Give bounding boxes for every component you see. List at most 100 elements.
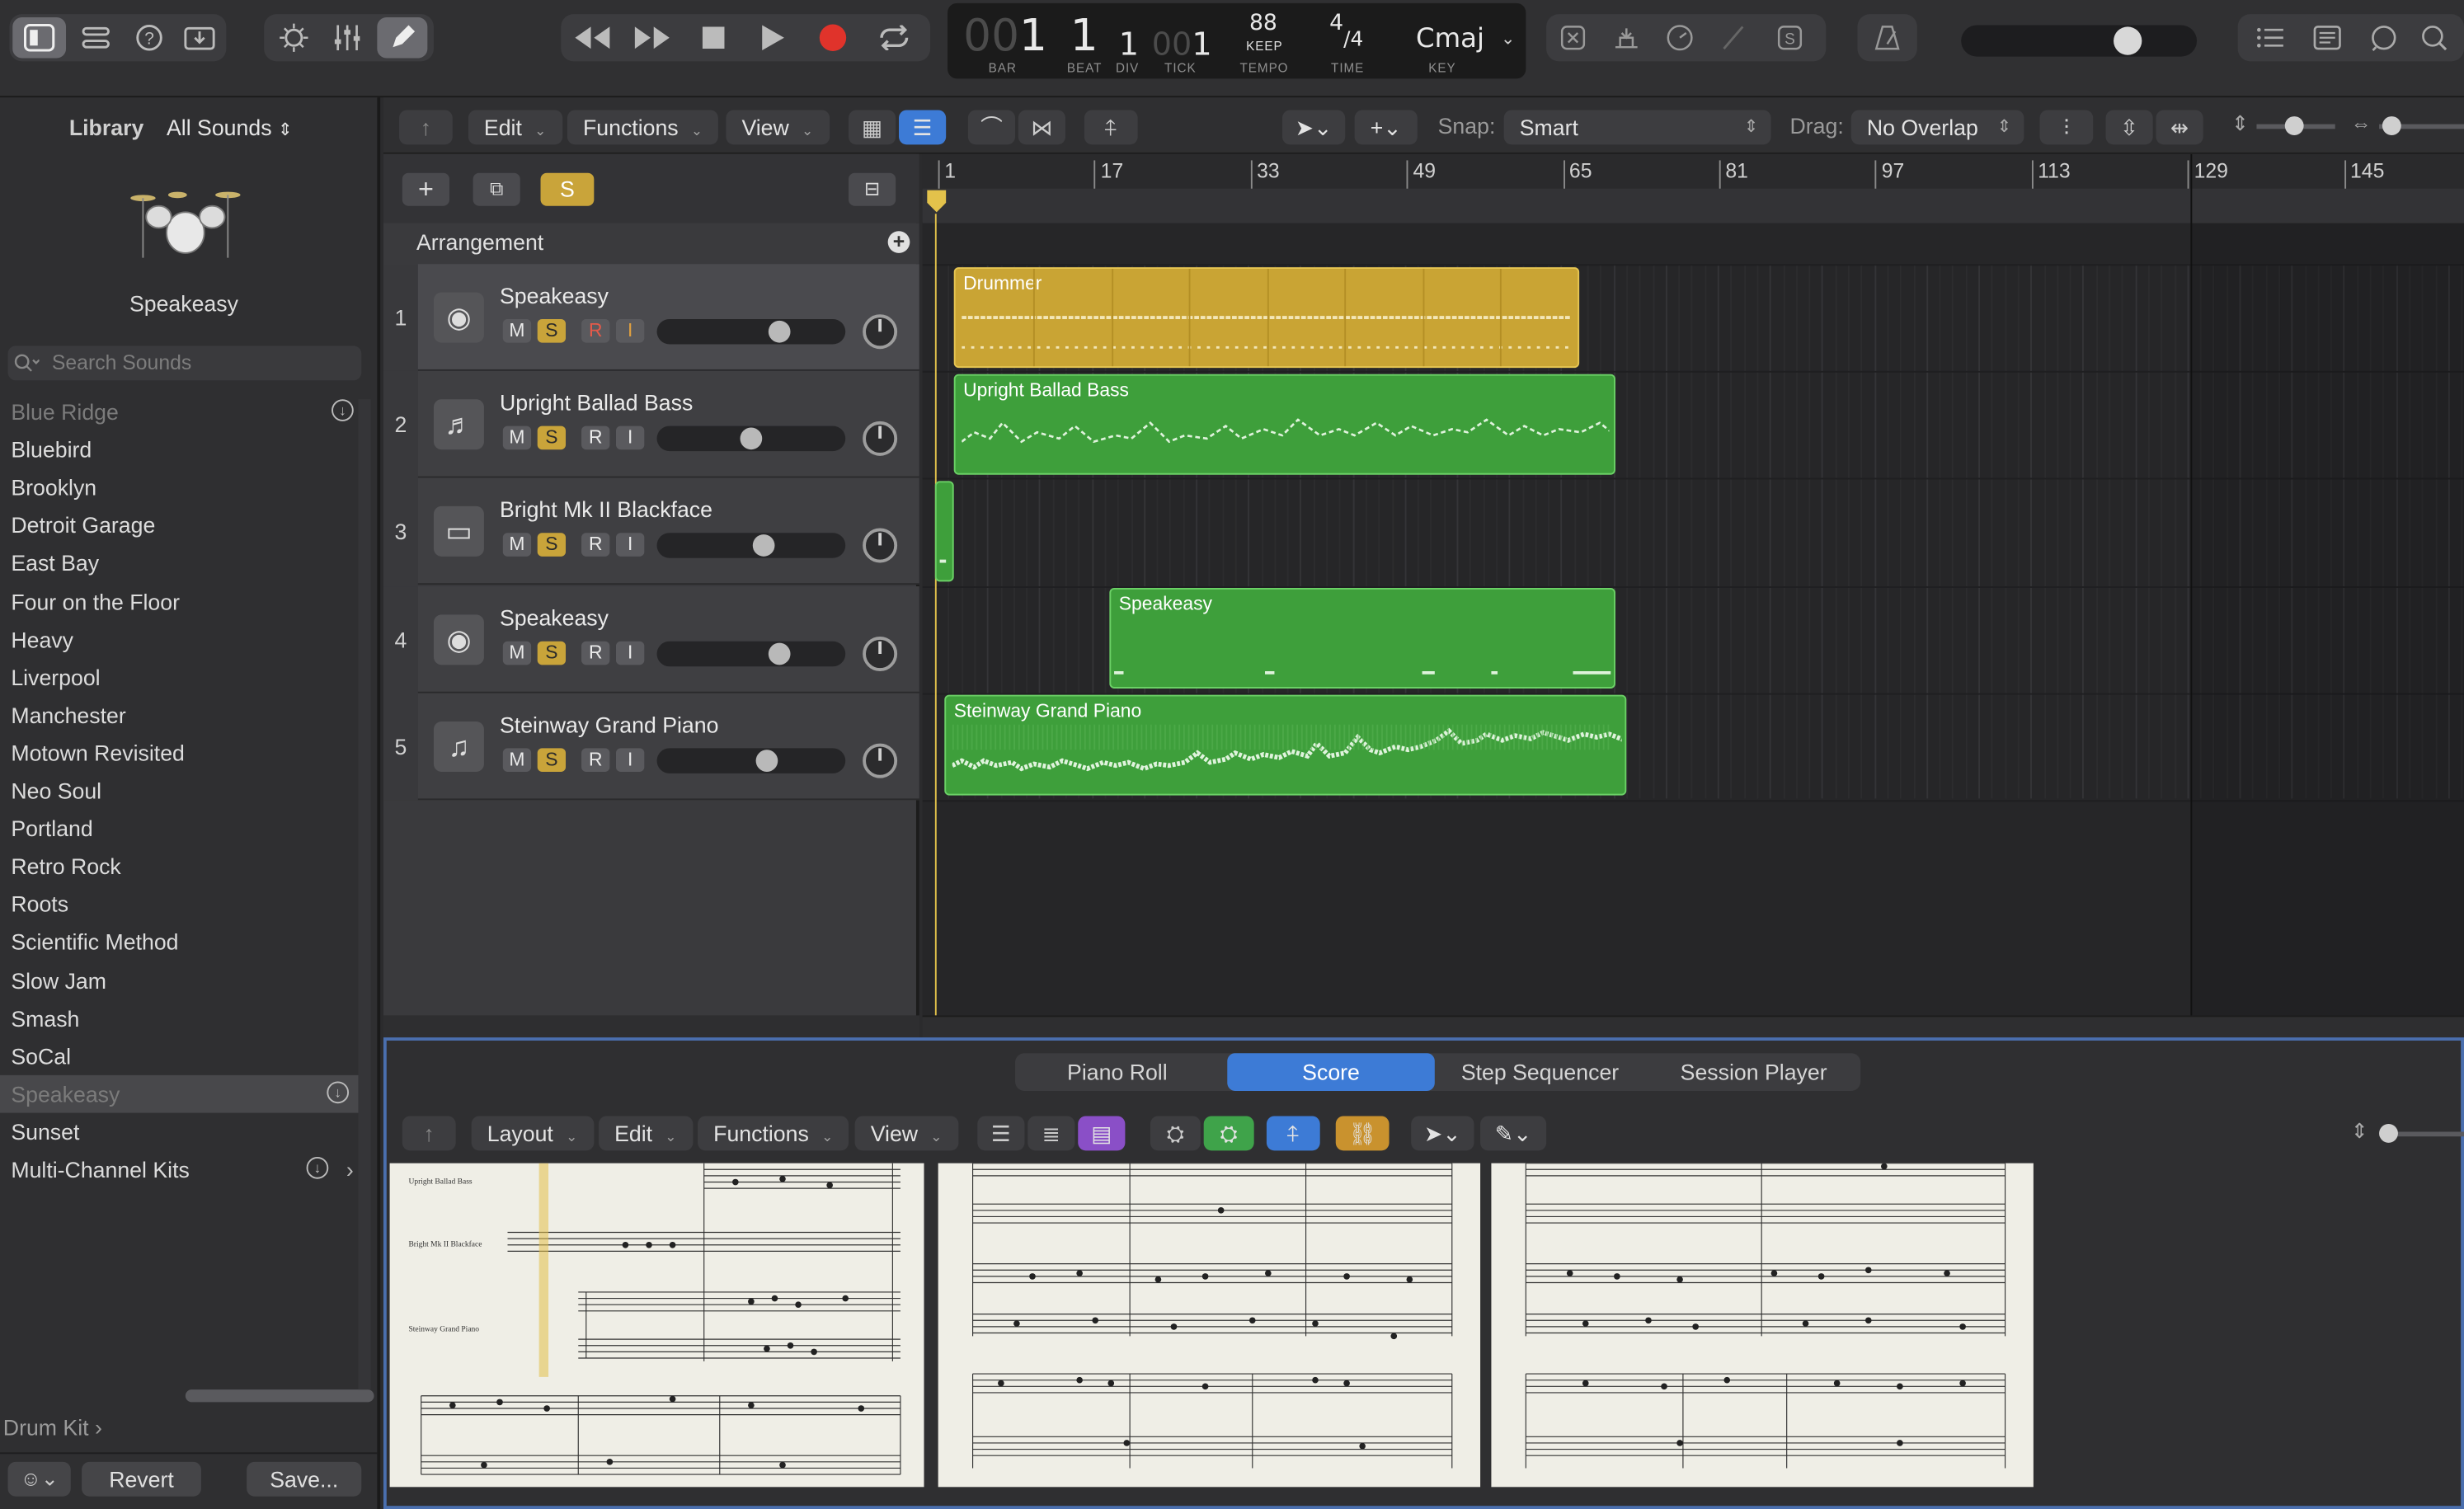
solo-button[interactable]: S bbox=[537, 318, 567, 343]
solo-button[interactable]: S bbox=[537, 640, 567, 665]
record-enable-button[interactable]: R bbox=[581, 533, 610, 557]
lcd-display[interactable]: 001 BAR 1 BEAT 1 DIV 001 TICK 88 KEEP TE… bbox=[948, 2, 1526, 79]
horizontal-fit-button[interactable]: ⇹ bbox=[2156, 110, 2203, 145]
bass-region[interactable]: Upright Ballad Bass bbox=[953, 374, 1615, 475]
editor-pencil-menu[interactable]: ✎⌄ bbox=[1480, 1116, 1547, 1151]
pan-knob[interactable] bbox=[863, 314, 898, 350]
volume-slider[interactable] bbox=[656, 640, 846, 666]
sound-list-item[interactable]: Multi-Channel Kits ↓ › bbox=[11, 1150, 363, 1188]
tab-session-player[interactable]: Session Player bbox=[1650, 1053, 1858, 1091]
editor-back-button[interactable]: ↑ bbox=[402, 1116, 456, 1151]
category-breadcrumb[interactable]: Drum Kit › bbox=[3, 1415, 102, 1441]
volume-knob[interactable] bbox=[753, 534, 776, 557]
pan-knob[interactable] bbox=[863, 636, 898, 671]
input-monitor-button[interactable]: I bbox=[615, 318, 645, 343]
link-button[interactable]: ⛓ bbox=[1335, 1116, 1390, 1151]
download-icon[interactable]: ↓ bbox=[327, 1081, 350, 1103]
sound-list-item[interactable]: Blue Ridge ↓ bbox=[11, 393, 363, 431]
score-page-3[interactable] bbox=[1491, 1163, 2034, 1488]
tempo-value[interactable]: 88 bbox=[1249, 11, 1277, 36]
catch-button[interactable]: ⍏ bbox=[1084, 110, 1138, 145]
download-icon[interactable]: ↓ bbox=[332, 399, 354, 421]
editor-edit-menu[interactable]: Edit ⌄ bbox=[599, 1116, 693, 1151]
list-editors-button[interactable] bbox=[2247, 17, 2294, 59]
editor-zoom-slider[interactable] bbox=[2379, 1123, 2464, 1143]
sound-list-item[interactable]: Bluebird bbox=[11, 430, 363, 468]
volume-knob[interactable] bbox=[768, 642, 790, 665]
toolbar-button[interactable] bbox=[176, 17, 223, 59]
record-button[interactable] bbox=[806, 17, 860, 59]
score-page-2[interactable] bbox=[938, 1163, 1481, 1488]
record-enable-button[interactable]: R bbox=[581, 640, 610, 665]
flex-button[interactable]: ⋈ bbox=[1018, 110, 1066, 145]
input-monitor-button[interactable]: I bbox=[615, 425, 645, 450]
metronome-button[interactable] bbox=[1860, 17, 1914, 59]
page-view-button[interactable]: ▤ bbox=[1078, 1116, 1126, 1151]
inspector-button[interactable] bbox=[73, 17, 120, 59]
fast-forward-button[interactable] bbox=[624, 17, 681, 59]
volume-slider[interactable] bbox=[656, 533, 846, 559]
horizontal-zoom-knob[interactable] bbox=[2382, 116, 2401, 135]
drag-dropdown[interactable]: No Overlap ⇕ bbox=[1850, 110, 2024, 145]
sound-list-item[interactable]: Portland bbox=[11, 810, 363, 848]
midi-out-button[interactable]: ⛭ bbox=[1203, 1116, 1254, 1151]
sound-list-item[interactable]: Slow Jam bbox=[11, 961, 363, 999]
save-button[interactable]: Save... bbox=[247, 1461, 362, 1497]
midi-in-button[interactable]: ⛭ bbox=[1150, 1116, 1201, 1151]
piano-region[interactable]: Steinway Grand Piano bbox=[944, 694, 1627, 796]
patch-options-button[interactable]: ☺⌄ bbox=[7, 1461, 71, 1497]
volume-knob[interactable] bbox=[756, 749, 779, 772]
solo-button[interactable]: S bbox=[537, 425, 567, 450]
sound-list-item[interactable]: Brooklyn bbox=[11, 468, 363, 506]
mute-button[interactable]: M bbox=[502, 747, 532, 772]
replace-mode-button[interactable] bbox=[1549, 17, 1596, 59]
track-name[interactable]: Bright Mk II Blackface bbox=[500, 497, 712, 523]
sound-list-item[interactable]: Liverpool bbox=[11, 658, 363, 696]
edit-menu[interactable]: Edit ⌄ bbox=[468, 110, 562, 145]
score-page-1[interactable]: Upright Ballad Bass Bright Mk II Blackfa… bbox=[389, 1163, 924, 1488]
loop-browser-button[interactable] bbox=[2360, 17, 2407, 59]
drummer-region[interactable]: Drummer bbox=[953, 267, 1580, 369]
keyboard-region[interactable] bbox=[934, 481, 954, 582]
sound-list-item[interactable]: Motown Revisited bbox=[11, 734, 363, 772]
input-monitor-button[interactable]: I bbox=[615, 747, 645, 772]
editor-catch-button[interactable]: ⍏ bbox=[1266, 1116, 1320, 1151]
solo-mode-button[interactable]: S bbox=[1766, 17, 1813, 59]
waveform-zoom-button[interactable]: ⫶ bbox=[2039, 110, 2094, 145]
back-button[interactable]: ↑ bbox=[399, 110, 453, 145]
add-arrangement-marker-button[interactable]: + bbox=[887, 230, 910, 253]
vertical-zoom-slider[interactable] bbox=[2256, 116, 2335, 135]
track-name[interactable]: Steinway Grand Piano bbox=[500, 712, 718, 737]
search-input[interactable]: Search Sounds bbox=[52, 350, 191, 374]
wrapped-view-button[interactable]: ≣ bbox=[1027, 1116, 1075, 1151]
track-name[interactable]: Speakeasy bbox=[500, 283, 609, 308]
linear-view-button[interactable]: ☰ bbox=[977, 1116, 1025, 1151]
global-solo-button[interactable]: S bbox=[540, 172, 595, 206]
sound-list-item[interactable]: Four on the Floor bbox=[11, 582, 363, 620]
pan-knob[interactable] bbox=[863, 743, 898, 778]
lcd-menu-chevron-icon[interactable]: ⌄ bbox=[1501, 28, 1516, 49]
track-header[interactable]: 4 ◉ Speakeasy M S R I bbox=[383, 585, 919, 693]
tab-score[interactable]: Score bbox=[1227, 1053, 1435, 1091]
rewind-button[interactable] bbox=[564, 17, 621, 59]
pan-knob[interactable] bbox=[863, 421, 898, 457]
sound-list-item[interactable]: Speakeasy ↓ bbox=[0, 1074, 359, 1113]
solo-button[interactable]: S bbox=[537, 747, 567, 772]
snap-dropdown[interactable]: Smart ⇕ bbox=[1503, 110, 1771, 145]
master-volume-slider[interactable] bbox=[1961, 25, 2198, 57]
sound-list-item[interactable]: Manchester bbox=[11, 696, 363, 734]
sound-list-item[interactable]: Roots bbox=[11, 886, 363, 924]
count-in-button[interactable] bbox=[1657, 17, 1704, 59]
library-scrollbar[interactable] bbox=[185, 1389, 374, 1403]
volume-slider[interactable] bbox=[656, 425, 846, 452]
tracks-bottom-scrollbar[interactable] bbox=[922, 1015, 2464, 1038]
low-latency-button[interactable] bbox=[1709, 17, 1756, 59]
track-options-button[interactable]: ⊟ bbox=[849, 172, 896, 206]
tab-piano-roll[interactable]: Piano Roll bbox=[1015, 1053, 1220, 1091]
layout-menu[interactable]: Layout ⌄ bbox=[471, 1116, 594, 1151]
notepad-button[interactable] bbox=[2304, 17, 2351, 59]
library-filter-dropdown[interactable]: All Sounds ⇕ bbox=[167, 115, 293, 140]
track-name[interactable]: Speakeasy bbox=[500, 604, 609, 630]
horizontal-zoom-slider[interactable] bbox=[2379, 116, 2464, 135]
track-name[interactable]: Upright Ballad Bass bbox=[500, 390, 693, 416]
